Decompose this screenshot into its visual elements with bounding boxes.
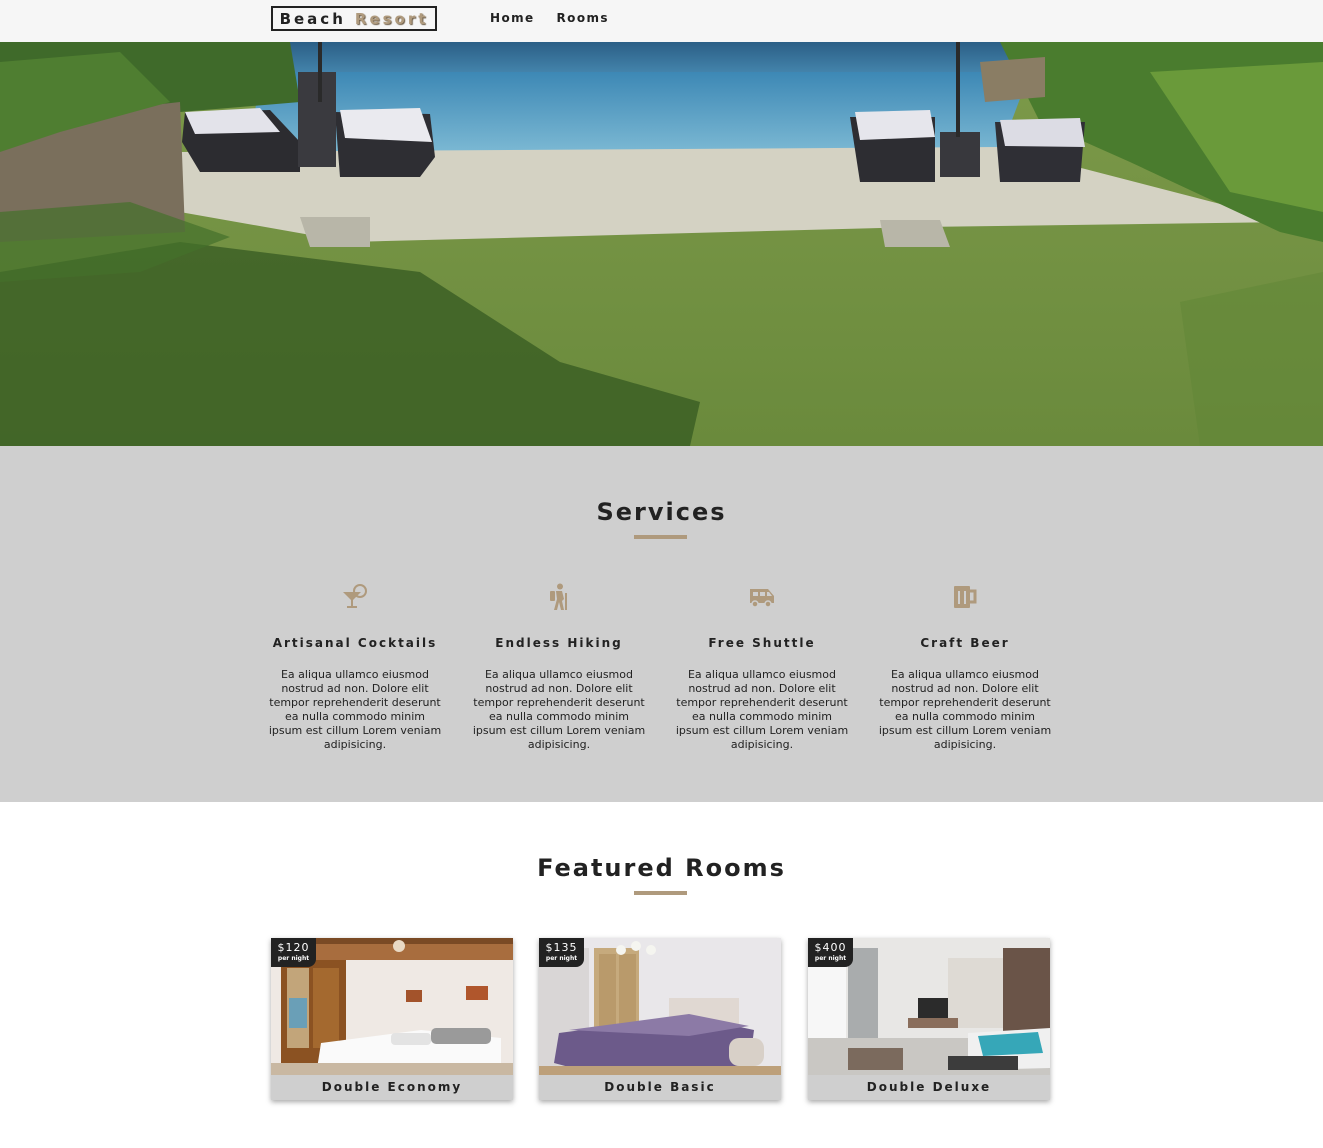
- service-card: Free Shuttle Ea aliqua ullamco eiusmod n…: [672, 582, 852, 752]
- services-title-underline: [634, 535, 687, 539]
- nav-link-home[interactable]: Home: [490, 11, 535, 25]
- service-card: Endless Hiking Ea aliqua ullamco eiusmod…: [469, 582, 649, 752]
- room-price: $120: [277, 941, 310, 954]
- price-badge: $400 per night: [808, 938, 853, 967]
- service-description: Ea aliqua ullamco eiusmod nostrud ad non…: [675, 668, 849, 751]
- room-name[interactable]: Double Economy: [271, 1075, 513, 1100]
- per-night-label: per night: [814, 955, 847, 962]
- room-photo[interactable]: $135 per night: [539, 938, 781, 1075]
- service-title: Free Shuttle: [708, 636, 816, 650]
- service-title: Craft Beer: [920, 636, 1010, 650]
- per-night-label: per night: [277, 955, 310, 962]
- service-card: Craft Beer Ea aliqua ullamco eiusmod nos…: [875, 582, 1055, 752]
- service-description: Ea aliqua ullamco eiusmod nostrud ad non…: [268, 668, 442, 751]
- cocktail-icon: [265, 582, 445, 612]
- service-description: Ea aliqua ullamco eiusmod nostrud ad non…: [878, 668, 1052, 751]
- room-name[interactable]: Double Basic: [539, 1075, 781, 1100]
- room-card-double-deluxe[interactable]: $400 per night Double Deluxe: [808, 938, 1050, 1100]
- per-night-label: per night: [545, 955, 578, 962]
- beer-mug-icon: [875, 582, 1055, 612]
- shuttle-van-icon: [672, 582, 852, 612]
- nav-links: Home Rooms: [490, 11, 609, 25]
- service-description: Ea aliqua ullamco eiusmod nostrud ad non…: [472, 668, 646, 751]
- featured-rooms-title: Featured Rooms: [537, 854, 786, 882]
- room-photo[interactable]: $400 per night: [808, 938, 1050, 1075]
- service-card: Artisanal Cocktails Ea aliqua ullamco ei…: [265, 582, 445, 752]
- room-card-double-basic[interactable]: $135 per night Double Basic: [539, 938, 781, 1100]
- hero-image: [0, 42, 1323, 446]
- featured-title-underline: [634, 891, 687, 895]
- service-title: Artisanal Cocktails: [272, 636, 438, 650]
- services-title: Services: [596, 498, 727, 526]
- price-badge: $135 per night: [539, 938, 584, 967]
- price-badge: $120 per night: [271, 938, 316, 967]
- hiking-icon: [469, 582, 649, 612]
- logo-word-resort: Resort: [354, 9, 429, 28]
- room-name[interactable]: Double Deluxe: [808, 1075, 1050, 1100]
- nav-link-rooms[interactable]: Rooms: [557, 11, 609, 25]
- services-section: Services Artisanal Cocktails Ea aliqua u…: [0, 446, 1323, 802]
- featured-rooms-section: Featured Rooms $120 per night Double Eco…: [0, 802, 1323, 1148]
- logo-word-beach: Beach: [279, 9, 346, 28]
- room-price: $400: [814, 941, 847, 954]
- navbar: Beach Resort Home Rooms: [0, 0, 1323, 42]
- room-price: $135: [545, 941, 578, 954]
- room-photo[interactable]: $120 per night: [271, 938, 513, 1075]
- room-card-double-economy[interactable]: $120 per night Double Economy: [271, 938, 513, 1100]
- logo[interactable]: Beach Resort: [271, 6, 437, 31]
- service-title: Endless Hiking: [495, 636, 623, 650]
